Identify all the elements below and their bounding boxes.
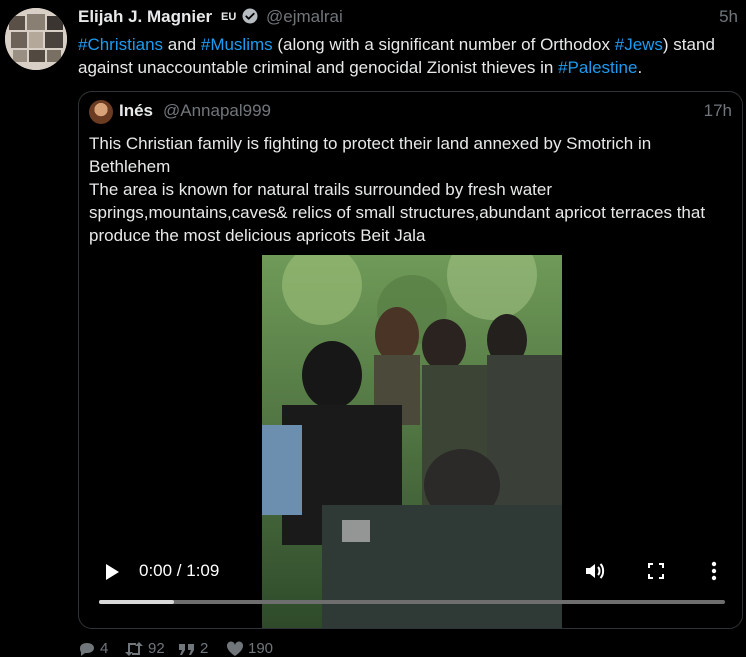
reply-action[interactable]: 4 [78, 640, 108, 657]
reply-count: 4 [100, 640, 109, 657]
quoted-tweet[interactable]: Inés @Annapal999 17h This Christian fami… [78, 91, 743, 629]
hashtag-link[interactable]: #Christians [78, 35, 163, 54]
retweet-count: 92 [148, 640, 165, 657]
tweet-text-segment: and [163, 35, 201, 54]
tweet-actions: 4 92 2 190 [78, 640, 378, 657]
hashtag-link[interactable]: #Muslims [201, 35, 273, 54]
more-options-icon[interactable] [711, 561, 717, 581]
video-player[interactable]: 0:00 / 1:09 [79, 255, 742, 628]
like-count: 190 [248, 640, 274, 657]
quoted-text: This Christian family is fighting to pro… [89, 132, 734, 247]
retweet-icon [125, 641, 143, 656]
quoted-author-avatar[interactable] [89, 100, 113, 124]
tweet-text-segment: . [637, 58, 643, 77]
quote-count: 2 [200, 640, 209, 657]
author-avatar[interactable] [5, 8, 67, 70]
heart-icon [226, 640, 244, 656]
hashtag-link[interactable]: #Palestine [558, 58, 637, 77]
video-progress-bar[interactable] [99, 600, 725, 604]
hashtag-link[interactable]: #Jews [615, 35, 663, 54]
quoted-timestamp[interactable]: 17h [704, 101, 732, 121]
quote-action[interactable]: 2 [178, 640, 208, 657]
tweet-timestamp[interactable]: 5h [719, 7, 738, 27]
region-badge: EU [221, 11, 237, 23]
retweet-action[interactable]: 92 [124, 640, 165, 657]
tweet-text: #Christians and #Muslims (along with a s… [78, 33, 740, 79]
quoted-text-line-2: The area is known for natural trails sur… [89, 180, 706, 245]
volume-icon[interactable] [584, 561, 606, 581]
quoted-author-handle[interactable]: @Annapal999 [163, 101, 271, 121]
tweet-text-segment: (along with a significant number of Orth… [272, 35, 615, 54]
play-icon[interactable] [104, 563, 120, 581]
author-name[interactable]: Elijah J. Magnier [78, 7, 212, 27]
author-handle[interactable]: @ejmalrai [266, 7, 343, 27]
quoted-author-name[interactable]: Inés [119, 101, 153, 121]
reply-icon [80, 642, 94, 656]
fullscreen-icon[interactable] [648, 563, 664, 579]
quoted-text-line-1: This Christian family is fighting to pro… [89, 134, 652, 176]
video-progress-fill [99, 600, 175, 604]
tweet-header: Elijah J. Magnier EU @ejmalrai 5h [78, 6, 740, 30]
quote-icon [179, 643, 194, 655]
verified-icon [242, 8, 258, 24]
video-controls: 0:00 / 1:09 [79, 555, 742, 625]
video-time-display: 0:00 / 1:09 [139, 561, 220, 580]
like-action[interactable]: 190 [226, 640, 273, 657]
